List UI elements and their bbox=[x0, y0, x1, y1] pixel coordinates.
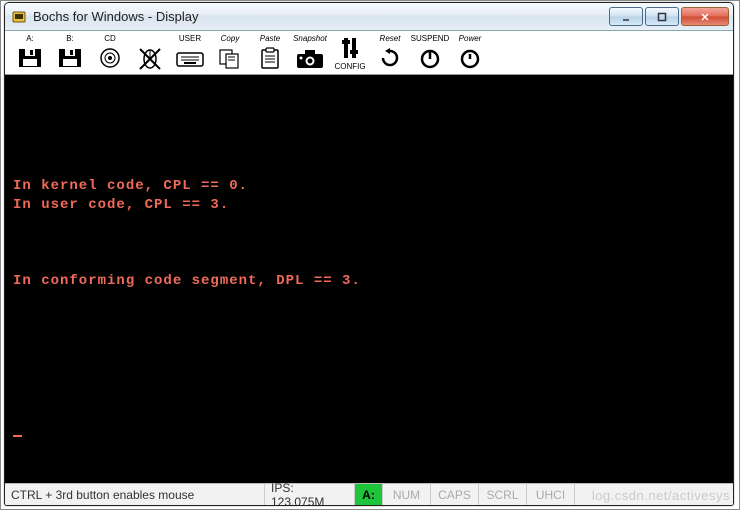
paste-button[interactable]: Paste bbox=[251, 34, 289, 72]
status-drive-a[interactable]: A: bbox=[355, 484, 383, 505]
window-controls bbox=[607, 7, 729, 26]
status-caps: CAPS bbox=[431, 484, 479, 505]
status-num: NUM bbox=[383, 484, 431, 505]
status-uhci: UHCI bbox=[527, 484, 575, 505]
suspend-button[interactable]: SUSPEND bbox=[411, 34, 449, 72]
window-title: Bochs for Windows - Display bbox=[33, 9, 198, 24]
config-icon bbox=[334, 34, 366, 62]
reset-icon bbox=[374, 44, 406, 72]
terminal-line: In conforming code segment, DPL == 3. bbox=[13, 273, 361, 289]
drive-cd-button[interactable]: CD bbox=[91, 34, 129, 72]
terminal-display: In kernel code, CPL == 0. In user code, … bbox=[5, 75, 733, 483]
power-button[interactable]: Power bbox=[451, 34, 489, 72]
copy-button[interactable]: Copy bbox=[211, 34, 249, 72]
config-button[interactable]: CONFIG bbox=[331, 34, 369, 72]
reset-button[interactable]: Reset bbox=[371, 34, 409, 72]
app-window: Bochs for Windows - Display A: B: bbox=[4, 2, 734, 506]
cd-icon bbox=[94, 44, 126, 72]
snapshot-button[interactable]: Snapshot bbox=[291, 34, 329, 72]
camera-icon bbox=[294, 44, 326, 72]
titlebar[interactable]: Bochs for Windows - Display bbox=[5, 3, 733, 31]
terminal-line: In kernel code, CPL == 0. bbox=[13, 178, 248, 194]
copy-icon bbox=[214, 44, 246, 72]
power-icon bbox=[454, 44, 486, 72]
app-icon bbox=[11, 9, 27, 25]
floppy-icon bbox=[54, 44, 86, 72]
maximize-button[interactable] bbox=[645, 7, 679, 26]
floppy-icon bbox=[14, 44, 46, 72]
status-ips: IPS: 123.075M bbox=[265, 484, 355, 505]
user-button[interactable]: USER bbox=[171, 34, 209, 72]
mouse-disabled-icon bbox=[134, 44, 166, 72]
terminal-line: In user code, CPL == 3. bbox=[13, 197, 229, 213]
close-button[interactable] bbox=[681, 7, 729, 26]
toolbar: A: B: CD USER bbox=[5, 31, 733, 75]
drive-b-button[interactable]: B: bbox=[51, 34, 89, 72]
statusbar: CTRL + 3rd button enables mouse IPS: 123… bbox=[5, 483, 733, 505]
mouse-toggle-button[interactable] bbox=[131, 34, 169, 72]
suspend-icon bbox=[414, 44, 446, 72]
minimize-button[interactable] bbox=[609, 7, 643, 26]
keyboard-icon bbox=[174, 44, 206, 72]
status-mouse-hint: CTRL + 3rd button enables mouse bbox=[5, 484, 265, 505]
paste-icon bbox=[254, 44, 286, 72]
cursor bbox=[13, 423, 22, 437]
status-scrl: SCRL bbox=[479, 484, 527, 505]
drive-a-button[interactable]: A: bbox=[11, 34, 49, 72]
